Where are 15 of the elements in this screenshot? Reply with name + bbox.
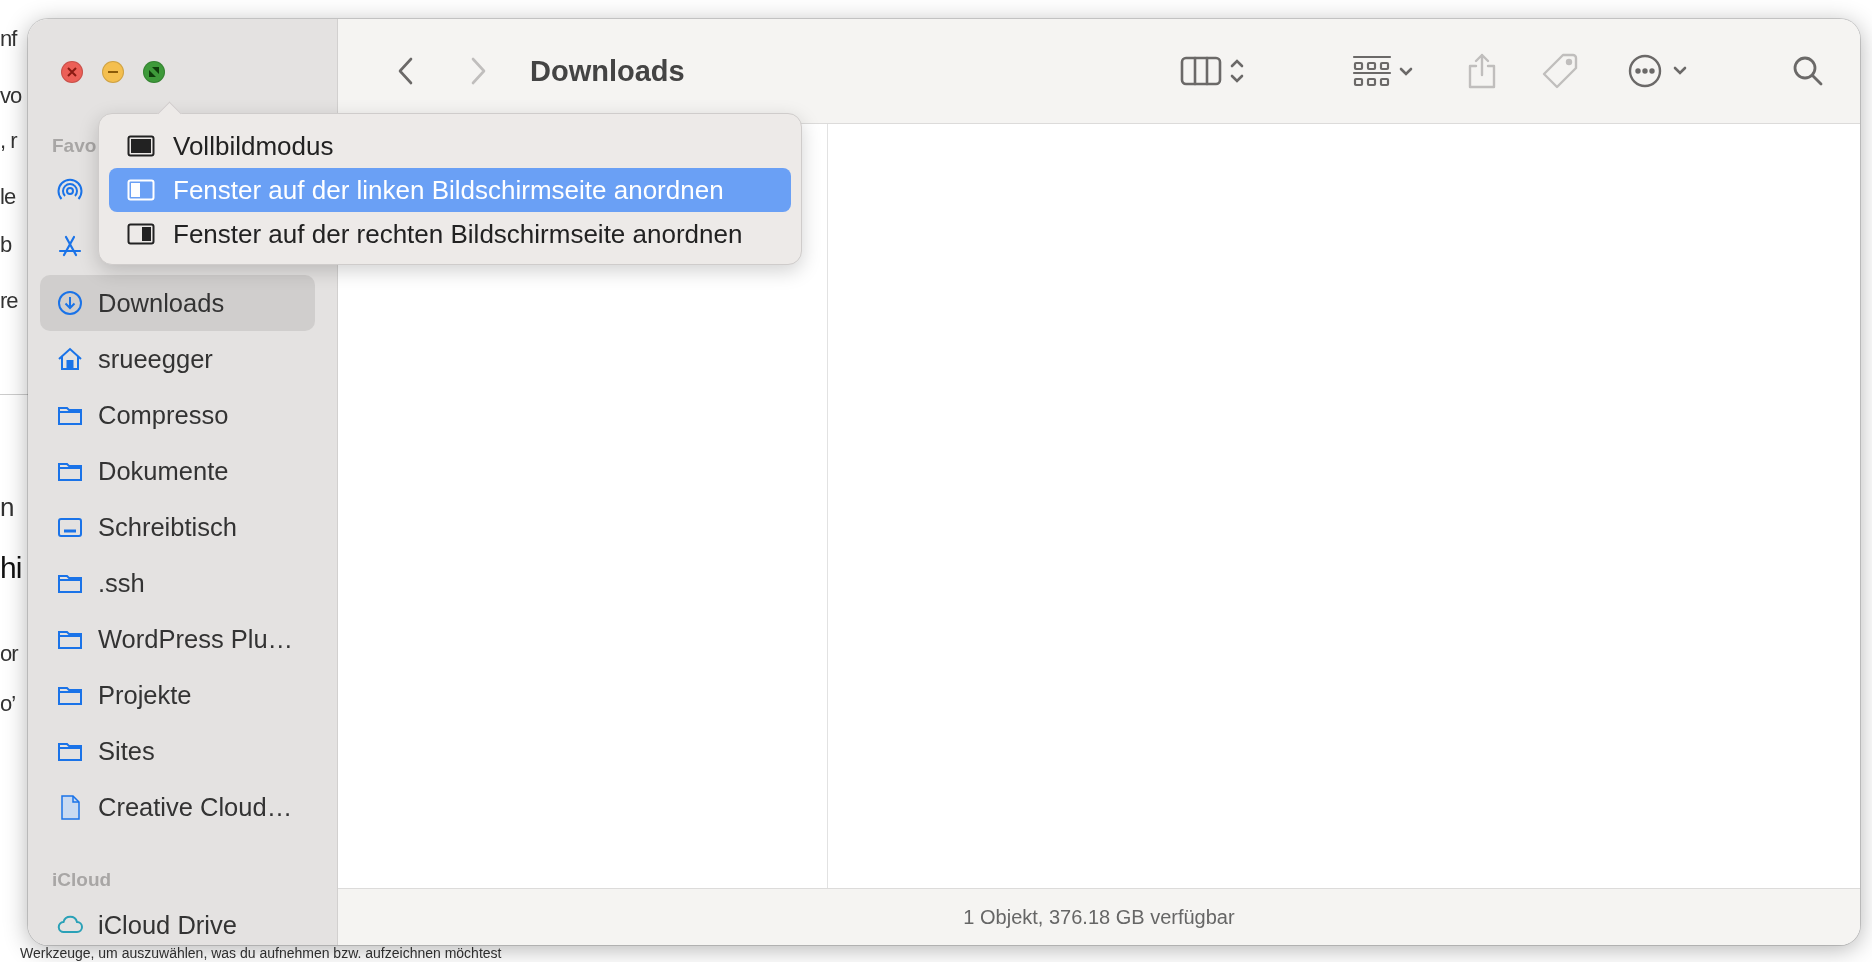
page-text-fragment: le (0, 184, 16, 210)
section-header: iCloud (51, 868, 112, 892)
page-text: Werkzeuge, um auszuwählen, was du aufnehmen bzw. aufzeichnen möchtest (20, 945, 502, 961)
status-text: 1 Objekt, 376.18 GB verfügbar (963, 905, 1235, 929)
page-text-fragment: or (0, 641, 18, 667)
page-text-fragment: o’ (0, 691, 16, 717)
window-title: Downloads (530, 54, 685, 88)
section-header: Favo (51, 134, 97, 158)
page-text-fragment: hi (0, 550, 22, 586)
page-text-fragment: b (0, 232, 12, 258)
page-text-fragment: nf (0, 26, 17, 52)
page-text-fragment: , r (0, 128, 17, 154)
page-text-fragment: vo (0, 83, 22, 109)
page-text-fragment: n (0, 494, 14, 520)
page-text-fragment: re (0, 288, 18, 314)
